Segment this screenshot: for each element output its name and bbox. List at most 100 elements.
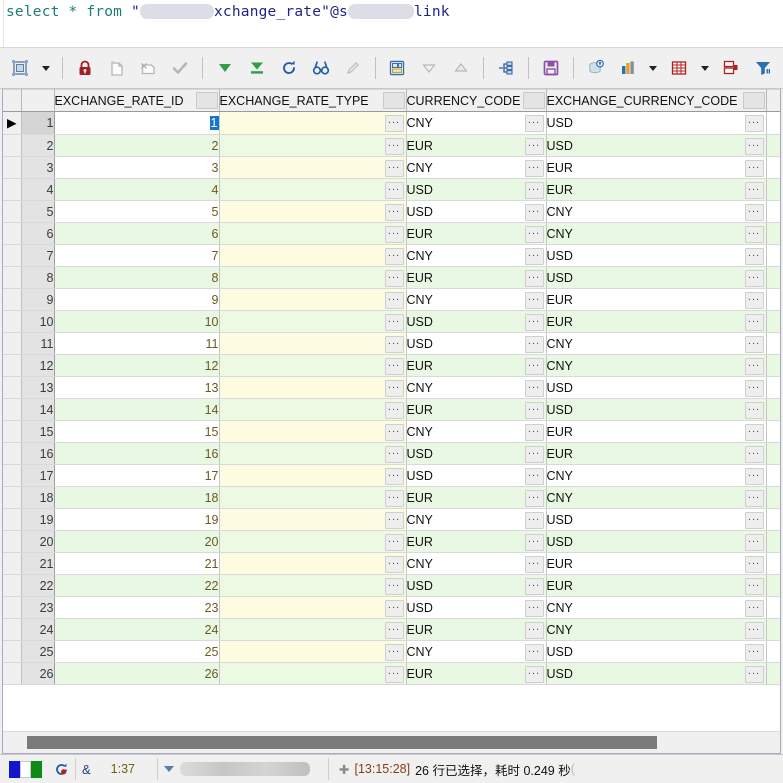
cell-editor-button[interactable]: ... <box>384 622 404 639</box>
row-marker-cell[interactable] <box>3 156 22 179</box>
cell-exchange-rate-type[interactable]: ... <box>219 640 407 663</box>
cell-editor-button[interactable]: ... <box>524 160 544 177</box>
table-row[interactable]: 22 22... USD... EUR... <box>3 574 780 597</box>
cell-editor-button[interactable]: ... <box>384 314 404 331</box>
cell-currency-code[interactable]: USD... <box>406 596 547 619</box>
cell-next-column-partial[interactable] <box>766 376 780 399</box>
cell-exchange-rate-id[interactable]: 16 <box>54 442 220 465</box>
cell-editor-button[interactable]: ... <box>524 336 544 353</box>
cell-exchange-rate-type[interactable]: ... <box>219 574 407 597</box>
cell-editor-button[interactable]: ... <box>384 204 404 221</box>
column-header-next-partial[interactable] <box>766 89 780 112</box>
cell-editor-button[interactable]: ... <box>384 446 404 463</box>
cell-exchange-rate-type[interactable]: ... <box>219 332 407 355</box>
cell-exchange-rate-id[interactable]: 6 <box>54 222 220 245</box>
cell-next-column-partial[interactable] <box>766 464 780 487</box>
cell-exchange-currency-code[interactable]: USD... <box>546 134 767 157</box>
row-number-cell[interactable]: 15 <box>21 420 55 443</box>
cell-editor-button[interactable]: ... <box>524 578 544 595</box>
horizontal-scrollbar[interactable] <box>3 731 780 753</box>
row-number-cell[interactable]: 3 <box>21 156 55 179</box>
cell-exchange-currency-code[interactable]: CNY... <box>546 332 767 355</box>
column-header-currency-code[interactable]: CURRENCY_CODE <box>406 89 547 112</box>
row-marker-cell[interactable] <box>3 442 22 465</box>
table-row[interactable]: ▶ 1 1... CNY... USD... <box>3 111 780 135</box>
cell-exchange-currency-code[interactable]: USD... <box>546 376 767 399</box>
cell-editor-button[interactable]: ... <box>744 314 764 331</box>
row-marker-cell[interactable] <box>3 530 22 553</box>
cell-editor-button[interactable]: ... <box>744 182 764 199</box>
row-number-cell[interactable]: 9 <box>21 288 55 311</box>
cell-currency-code[interactable]: EUR... <box>406 354 547 377</box>
cell-editor-button[interactable]: ... <box>744 336 764 353</box>
cell-currency-code[interactable]: CNY... <box>406 288 547 311</box>
row-number-cell[interactable]: 16 <box>21 442 55 465</box>
page-down-button[interactable] <box>413 52 445 84</box>
cell-currency-code[interactable]: CNY... <box>406 508 547 531</box>
cell-exchange-rate-id[interactable]: 17 <box>54 464 220 487</box>
cell-exchange-rate-id[interactable]: 3 <box>54 156 220 179</box>
cell-editor-button[interactable]: ... <box>744 556 764 573</box>
cell-exchange-rate-id[interactable]: 12 <box>54 354 220 377</box>
row-marker-cell[interactable] <box>3 310 22 333</box>
row-marker-cell[interactable] <box>3 420 22 443</box>
column-header-exchange-currency-code[interactable]: EXCHANGE_CURRENCY_CODE <box>546 89 767 112</box>
row-marker-cell[interactable] <box>3 398 22 421</box>
cell-exchange-rate-type[interactable]: ... <box>219 156 407 179</box>
cell-editor-button[interactable]: ... <box>744 578 764 595</box>
cell-next-column-partial[interactable] <box>766 552 780 575</box>
cell-editor-button[interactable]: ... <box>384 578 404 595</box>
row-number-cell[interactable]: 2 <box>21 134 55 157</box>
cell-editor-button[interactable]: ... <box>384 336 404 353</box>
cell-exchange-rate-type[interactable]: ... <box>219 244 407 267</box>
cell-exchange-currency-code[interactable]: CNY... <box>546 464 767 487</box>
row-number-cell[interactable]: 5 <box>21 200 55 223</box>
table-row[interactable]: 3 3... CNY... EUR... <box>3 156 780 179</box>
cell-exchange-rate-type[interactable]: ... <box>219 310 407 333</box>
table-row[interactable]: 16 16... USD... EUR... <box>3 442 780 465</box>
cell-next-column-partial[interactable] <box>766 244 780 267</box>
find-button[interactable] <box>305 52 337 84</box>
row-marker-cell[interactable]: ▶ <box>3 111 22 135</box>
table-row[interactable]: 19 19... CNY... USD... <box>3 508 780 531</box>
cell-exchange-rate-type[interactable]: ... <box>219 464 407 487</box>
table-row[interactable]: 9 9... CNY... EUR... <box>3 288 780 311</box>
table-row[interactable]: 14 14... EUR... USD... <box>3 398 780 421</box>
cell-next-column-partial[interactable] <box>766 442 780 465</box>
table-row[interactable]: 15 15... CNY... EUR... <box>3 420 780 443</box>
cell-exchange-rate-id[interactable]: 1 <box>54 111 220 135</box>
cell-editor-button[interactable]: ... <box>744 226 764 243</box>
cell-editor-button[interactable]: ... <box>744 600 764 617</box>
cell-editor-button[interactable]: ... <box>524 115 544 132</box>
cell-next-column-partial[interactable] <box>766 618 780 641</box>
row-number-cell[interactable]: 10 <box>21 310 55 333</box>
grid-dropdown-arrow[interactable] <box>695 52 715 84</box>
row-number-cell[interactable]: 6 <box>21 222 55 245</box>
cell-exchange-rate-id[interactable]: 8 <box>54 266 220 289</box>
row-number-cell[interactable]: 24 <box>21 618 55 641</box>
cell-exchange-currency-code[interactable]: EUR... <box>546 420 767 443</box>
cell-next-column-partial[interactable] <box>766 640 780 663</box>
table-row[interactable]: 25 25... CNY... USD... <box>3 640 780 663</box>
cell-exchange-currency-code[interactable]: EUR... <box>546 310 767 333</box>
cell-editor-button[interactable]: ... <box>744 402 764 419</box>
fetch-next-page-button[interactable] <box>209 52 241 84</box>
cell-editor-button[interactable]: ... <box>384 402 404 419</box>
cell-editor-button[interactable]: ... <box>744 644 764 661</box>
row-number-cell[interactable]: 25 <box>21 640 55 663</box>
row-number-cell[interactable]: 18 <box>21 486 55 509</box>
row-marker-cell[interactable] <box>3 618 22 641</box>
cell-editor-button[interactable]: ... <box>524 600 544 617</box>
cell-exchange-currency-code[interactable]: USD... <box>546 266 767 289</box>
cell-exchange-currency-code[interactable]: EUR... <box>546 156 767 179</box>
row-marker-cell[interactable] <box>3 464 22 487</box>
cell-editor-button[interactable]: ... <box>384 248 404 265</box>
cell-exchange-rate-id[interactable]: 25 <box>54 640 220 663</box>
row-number-cell[interactable]: 20 <box>21 530 55 553</box>
row-number-cell[interactable]: 19 <box>21 508 55 531</box>
column-resize-grip[interactable] <box>522 92 545 109</box>
cell-editor-button[interactable]: ... <box>524 358 544 375</box>
row-number-cell[interactable]: 13 <box>21 376 55 399</box>
row-marker-cell[interactable] <box>3 266 22 289</box>
cell-exchange-currency-code[interactable]: USD... <box>546 398 767 421</box>
